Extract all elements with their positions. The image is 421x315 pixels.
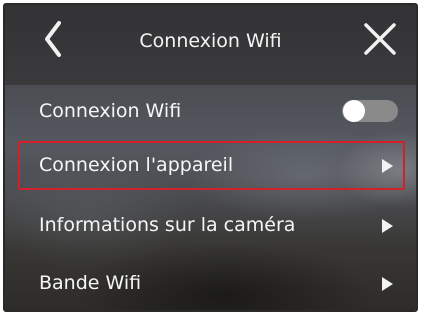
chevron-left-icon[interactable] bbox=[35, 19, 75, 59]
arrow-right-icon bbox=[382, 219, 393, 233]
toggle-knob bbox=[343, 100, 365, 122]
selection-highlight bbox=[18, 141, 405, 190]
close-icon[interactable] bbox=[360, 19, 400, 59]
menu-item-label: Informations sur la caméra bbox=[39, 214, 296, 236]
menu-item-wifi-band[interactable]: Bande Wifi bbox=[5, 255, 416, 310]
settings-screen: Connexion Wifi Connexion Wifi Connexion … bbox=[3, 3, 418, 312]
page-title: Connexion Wifi bbox=[139, 30, 282, 52]
header-bar: Connexion Wifi bbox=[5, 5, 416, 85]
menu-item-label: Connexion Wifi bbox=[39, 100, 182, 122]
arrow-right-icon bbox=[382, 277, 393, 291]
wifi-toggle[interactable] bbox=[342, 100, 398, 122]
menu-item-camera-info[interactable]: Informations sur la caméra bbox=[5, 197, 416, 255]
menu-item-label: Bande Wifi bbox=[39, 272, 142, 294]
